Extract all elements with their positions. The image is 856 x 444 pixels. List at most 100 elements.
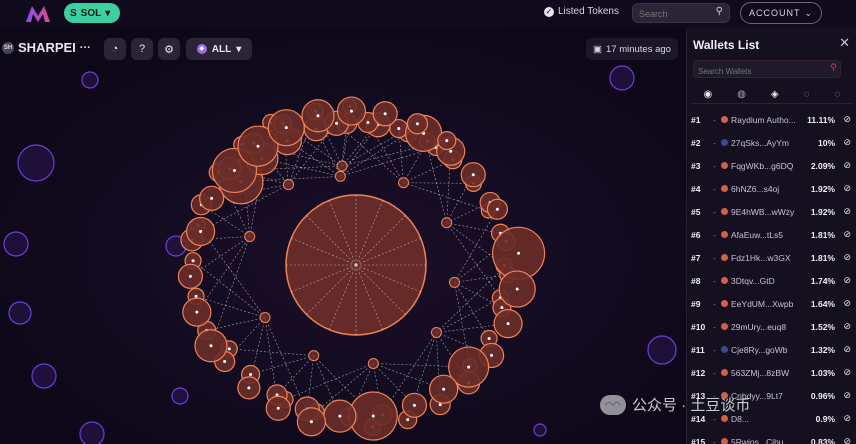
- wallet-row[interactable]: #3 - FqgWKb...g6DQ 2.09% ⊘: [691, 154, 853, 177]
- wallet-search-box: ⚲: [693, 60, 841, 80]
- hub-bubble[interactable]: [334, 170, 346, 182]
- wallet-address: AfaEuw...tLs5: [731, 229, 783, 240]
- more-options-icon[interactable]: ···: [80, 42, 91, 54]
- wallet-address: 29mUry...euq8: [731, 321, 787, 332]
- hub-bubble[interactable]: [308, 350, 320, 362]
- eye-off-icon[interactable]: ⊘: [835, 252, 851, 263]
- bubble-center-dot: [256, 144, 260, 148]
- bubble-center-dot: [227, 347, 231, 351]
- wallet-row[interactable]: #8 - 3Dtqv...GtD 1.74% ⊘: [691, 269, 853, 292]
- hub-bubble[interactable]: [283, 179, 295, 191]
- bubble-center-dot: [276, 406, 280, 410]
- eye-off-icon[interactable]: ⊘: [835, 390, 851, 401]
- separator: -: [713, 183, 716, 194]
- background-bubble[interactable]: [609, 65, 635, 91]
- help-button[interactable]: ?: [131, 38, 153, 60]
- filter-all-button[interactable]: ◆ ALL ▾: [186, 38, 252, 60]
- wallet-row[interactable]: #1 - Raydium Autho... 11.11% ⊘: [691, 108, 853, 131]
- bubble-map-canvas[interactable]: [0, 28, 686, 444]
- chain-selector-button[interactable]: S SOL ▾: [64, 3, 121, 23]
- hub-bubble[interactable]: [367, 357, 379, 369]
- separator: -: [713, 252, 716, 263]
- history-button[interactable]: ◔: [104, 38, 126, 60]
- eye-off-icon[interactable]: ⊘: [835, 160, 851, 171]
- search-icon[interactable]: ⚲: [716, 6, 723, 17]
- app-logo-icon[interactable]: [24, 4, 52, 24]
- listed-tokens-toggle[interactable]: ✓ Listed Tokens: [544, 6, 619, 17]
- wallet-row[interactable]: #6 - AfaEuw...tLs5 1.81% ⊘: [691, 223, 853, 246]
- wallet-row[interactable]: #10- 29mUry...euq8 1.52% ⊘: [691, 315, 853, 338]
- background-bubble[interactable]: [3, 231, 29, 257]
- eye-off-icon[interactable]: ⊘: [835, 367, 851, 378]
- exchange-filter-icon[interactable]: ◈: [771, 89, 779, 100]
- hub-bubble[interactable]: [430, 326, 442, 338]
- wallet-row[interactable]: #4 - 6hNZ6...s4oj 1.92% ⊘: [691, 177, 853, 200]
- hub-bubble[interactable]: [398, 177, 409, 189]
- background-bubble[interactable]: [17, 144, 55, 182]
- listed-tokens-label: Listed Tokens: [558, 6, 619, 17]
- separator: -: [713, 160, 716, 171]
- eye-off-icon[interactable]: ⊘: [835, 114, 851, 125]
- contract-filter-icon[interactable]: ◍: [737, 89, 746, 100]
- bubble-center-dot: [284, 126, 288, 130]
- hidden-filter-2-icon[interactable]: ◌: [835, 89, 841, 100]
- eye-off-icon[interactable]: ⊘: [835, 298, 851, 309]
- bubble-center-dot: [397, 127, 401, 131]
- search-icon[interactable]: ⚲: [830, 62, 837, 73]
- wallet-rank: #1: [691, 114, 701, 125]
- eye-off-icon[interactable]: ⊘: [835, 321, 851, 332]
- background-bubble[interactable]: [533, 423, 547, 437]
- wallet-row[interactable]: #15- 5Rwjos...Cjbu 0.83% ⊘: [691, 430, 853, 444]
- wallet-row[interactable]: #12- 563ZMj...8zBW 1.03% ⊘: [691, 361, 853, 384]
- wallet-row[interactable]: #11- Cje8Ry...goWb 1.32% ⊘: [691, 338, 853, 361]
- search-input[interactable]: [633, 5, 711, 23]
- background-bubble[interactable]: [31, 363, 57, 389]
- eye-off-icon[interactable]: ⊘: [835, 344, 851, 355]
- time-badge[interactable]: ▣ 17 minutes ago: [586, 38, 678, 60]
- hub-bubble[interactable]: [336, 160, 348, 172]
- wallet-rank: #15: [691, 436, 706, 444]
- separator: -: [713, 206, 716, 217]
- hub-bubble[interactable]: [244, 231, 256, 243]
- bubble-center-dot: [515, 287, 519, 291]
- wallet-filter-tabs: ◉ ◍ ◈ ◌ ◌: [691, 86, 853, 104]
- solana-icon: S: [70, 7, 77, 19]
- close-icon[interactable]: ✕: [839, 35, 850, 51]
- hub-bubble[interactable]: [448, 276, 460, 288]
- wallet-percent: 1.81%: [810, 252, 835, 263]
- background-bubble[interactable]: [79, 421, 105, 444]
- background-bubble[interactable]: [81, 71, 99, 89]
- wallet-address: FqgWKb...g6DQ: [731, 160, 794, 171]
- eye-off-icon[interactable]: ⊘: [835, 275, 851, 286]
- bubble-center-dot: [449, 149, 453, 153]
- bubble-center-dot: [506, 322, 510, 326]
- eye-off-icon[interactable]: ⊘: [835, 206, 851, 217]
- background-bubble[interactable]: [8, 301, 32, 325]
- account-button[interactable]: ACCOUNT ⌄: [740, 2, 822, 24]
- settings-button[interactable]: ⚙: [158, 38, 180, 60]
- hub-bubble[interactable]: [441, 217, 453, 229]
- eye-off-icon[interactable]: ⊘: [835, 229, 851, 240]
- eye-icon[interactable]: ◉: [703, 89, 712, 100]
- bubble-center-dot: [349, 109, 353, 113]
- eye-off-icon[interactable]: ⊘: [835, 137, 851, 148]
- background-bubble[interactable]: [171, 387, 189, 405]
- hub-bubble[interactable]: [259, 312, 271, 323]
- wallet-row[interactable]: #9 - EeYdUM...Xwpb 1.64% ⊘: [691, 292, 853, 315]
- eye-off-icon[interactable]: ⊘: [835, 436, 851, 444]
- wallet-address: 5Rwjos...Cjbu: [731, 436, 784, 444]
- wallet-rank: #6: [691, 229, 701, 240]
- wallet-row[interactable]: #7 - Fdz1Hk...w3GX 1.81% ⊘: [691, 246, 853, 269]
- wallet-percent: 10%: [817, 137, 835, 148]
- wallet-address: 9E4hWB...wWzy: [731, 206, 795, 217]
- wallet-percent: 0.83%: [810, 436, 835, 444]
- wallet-row[interactable]: #2 - 27qSks...AyYm 10% ⊘: [691, 131, 853, 154]
- chevron-down-icon: ▾: [236, 43, 242, 55]
- hidden-filter-icon[interactable]: ◌: [804, 89, 810, 100]
- background-bubble[interactable]: [647, 335, 677, 365]
- wallet-row[interactable]: #5 - 9E4hWB...wWzy 1.92% ⊘: [691, 200, 853, 223]
- chain-label: SOL: [80, 7, 102, 19]
- eye-off-icon[interactable]: ⊘: [835, 413, 851, 424]
- wallet-search-input[interactable]: [694, 63, 822, 80]
- eye-off-icon[interactable]: ⊘: [835, 183, 851, 194]
